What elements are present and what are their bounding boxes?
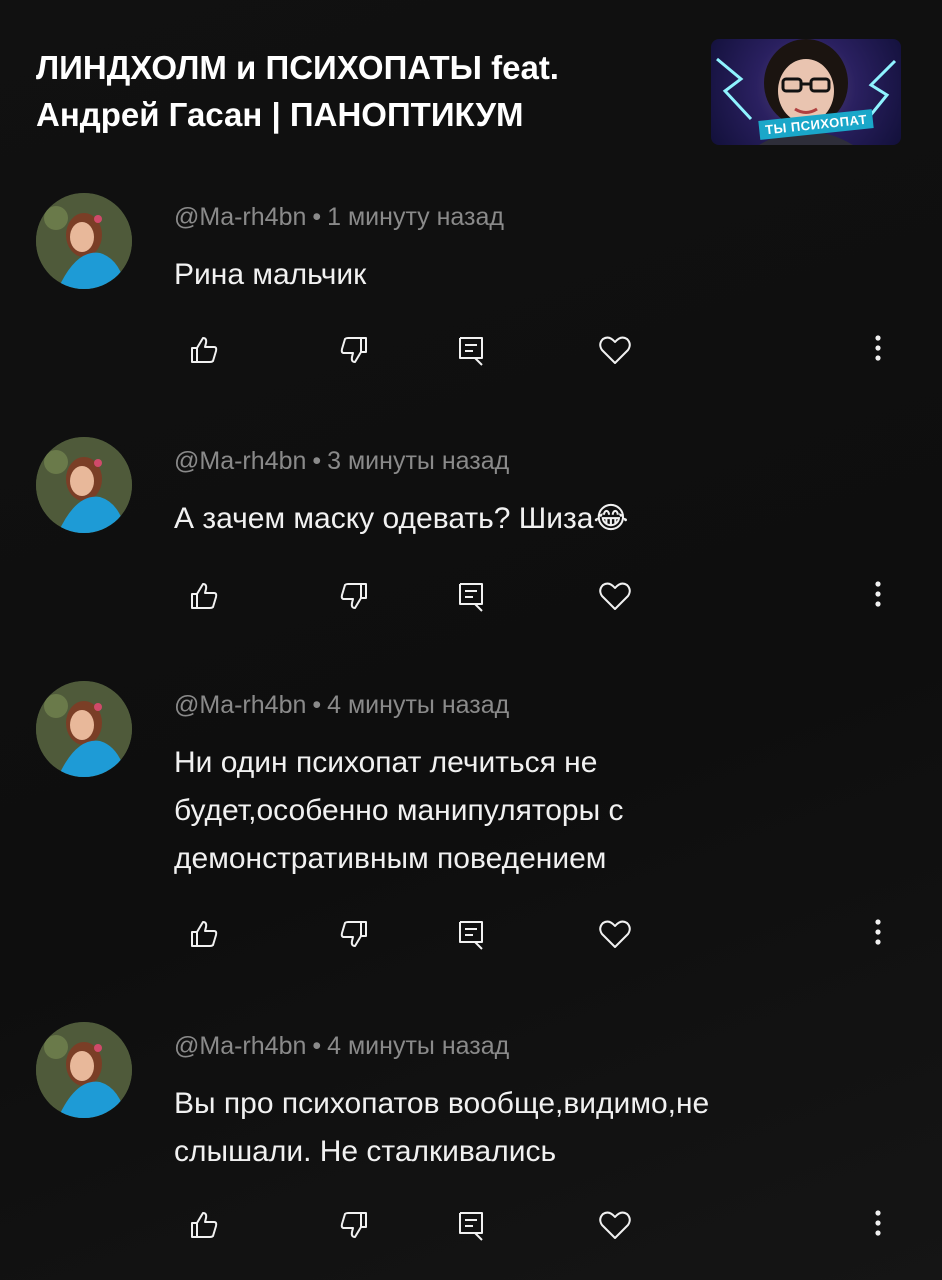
comment-meta: @Ma-rh4bn • 3 минуты назад xyxy=(174,447,509,476)
thumb-up-icon xyxy=(191,921,218,947)
comment-author[interactable]: @Ma-rh4bn xyxy=(174,203,306,231)
more-options-button[interactable] xyxy=(866,330,890,370)
like-button[interactable] xyxy=(184,330,224,370)
comment-time: 4 минуты назад xyxy=(327,691,510,719)
video-thumbnail[interactable]: ТЫ ПСИХОПАТ xyxy=(711,39,901,145)
comment-actions xyxy=(0,1205,942,1245)
comment-text: Рина мальчик xyxy=(174,258,367,291)
more-vertical-icon xyxy=(875,335,881,361)
comment-author[interactable]: @Ma-rh4bn xyxy=(174,447,306,475)
meta-separator: • xyxy=(312,447,322,475)
like-button[interactable] xyxy=(184,576,224,616)
thumb-up-icon xyxy=(191,1212,218,1238)
comment-meta: @Ma-rh4bn • 1 минуту назад xyxy=(174,203,504,232)
heart-icon xyxy=(599,336,631,364)
video-title[interactable]: ЛИНДХОЛМ и ПСИХОПАТЫ feat. Андрей Гасан … xyxy=(36,44,696,138)
meta-separator: • xyxy=(312,203,322,231)
more-vertical-icon xyxy=(875,1210,881,1236)
reply-button[interactable] xyxy=(451,330,491,370)
more-options-button[interactable] xyxy=(866,914,890,954)
thumb-down-icon xyxy=(340,583,367,609)
comments-page: ЛИНДХОЛМ и ПСИХОПАТЫ feat. Андрей Гасан … xyxy=(0,0,942,1280)
thumb-up-icon xyxy=(191,337,218,363)
heart-button[interactable] xyxy=(595,914,635,954)
meta-separator: • xyxy=(312,691,322,719)
comment-text: Ни один психопат лечиться не будет,особе… xyxy=(174,746,624,875)
more-options-button[interactable] xyxy=(866,576,890,616)
comment-meta: @Ma-rh4bn • 4 минуты назад xyxy=(174,691,509,720)
comment-actions xyxy=(0,914,942,954)
heart-button[interactable] xyxy=(595,330,635,370)
reply-button[interactable] xyxy=(451,1205,491,1245)
heart-icon xyxy=(599,920,631,948)
like-button[interactable] xyxy=(184,914,224,954)
more-vertical-icon xyxy=(875,919,881,945)
comment-author[interactable]: @Ma-rh4bn xyxy=(174,1032,306,1060)
reply-button[interactable] xyxy=(451,914,491,954)
heart-button[interactable] xyxy=(595,1205,635,1245)
avatar[interactable] xyxy=(36,437,132,533)
avatar[interactable] xyxy=(36,681,132,777)
video-title-line-1: ЛИНДХОЛМ и ПСИХОПАТЫ feat. xyxy=(36,49,559,86)
comment-actions xyxy=(0,576,942,616)
heart-button[interactable] xyxy=(595,576,635,616)
dislike-button[interactable] xyxy=(334,914,374,954)
reply-icon xyxy=(459,337,483,366)
heart-icon xyxy=(599,582,631,610)
reply-icon xyxy=(459,1212,483,1241)
meta-separator: • xyxy=(312,1032,322,1060)
comment-text: Вы про психопатов вообще,видимо,не слыша… xyxy=(174,1087,710,1168)
thumb-down-icon xyxy=(340,1212,367,1238)
video-title-line-2: Андрей Гасан | ПАНОПТИКУМ xyxy=(36,96,524,133)
like-button[interactable] xyxy=(184,1205,224,1245)
comment-time: 1 минуту назад xyxy=(327,203,505,231)
thumb-down-icon xyxy=(340,921,367,947)
more-vertical-icon xyxy=(875,581,881,607)
comment-actions xyxy=(0,330,942,370)
reply-icon xyxy=(459,921,483,950)
comment-time: 4 минуты назад xyxy=(327,1032,510,1060)
dislike-button[interactable] xyxy=(334,1205,374,1245)
dislike-button[interactable] xyxy=(334,576,374,616)
reply-icon xyxy=(459,583,483,612)
comment-time: 3 минуты назад xyxy=(327,447,510,475)
avatar[interactable] xyxy=(36,1022,132,1118)
heart-icon xyxy=(599,1211,631,1239)
reply-button[interactable] xyxy=(451,576,491,616)
comment-meta: @Ma-rh4bn • 4 минуты назад xyxy=(174,1032,509,1061)
dislike-button[interactable] xyxy=(334,330,374,370)
thumb-down-icon xyxy=(340,337,367,363)
comment-text: А зачем маску одевать? Шиза😂 xyxy=(174,502,629,535)
avatar[interactable] xyxy=(36,193,132,289)
more-options-button[interactable] xyxy=(866,1205,890,1245)
thumb-up-icon xyxy=(191,583,218,609)
comment-author[interactable]: @Ma-rh4bn xyxy=(174,691,306,719)
